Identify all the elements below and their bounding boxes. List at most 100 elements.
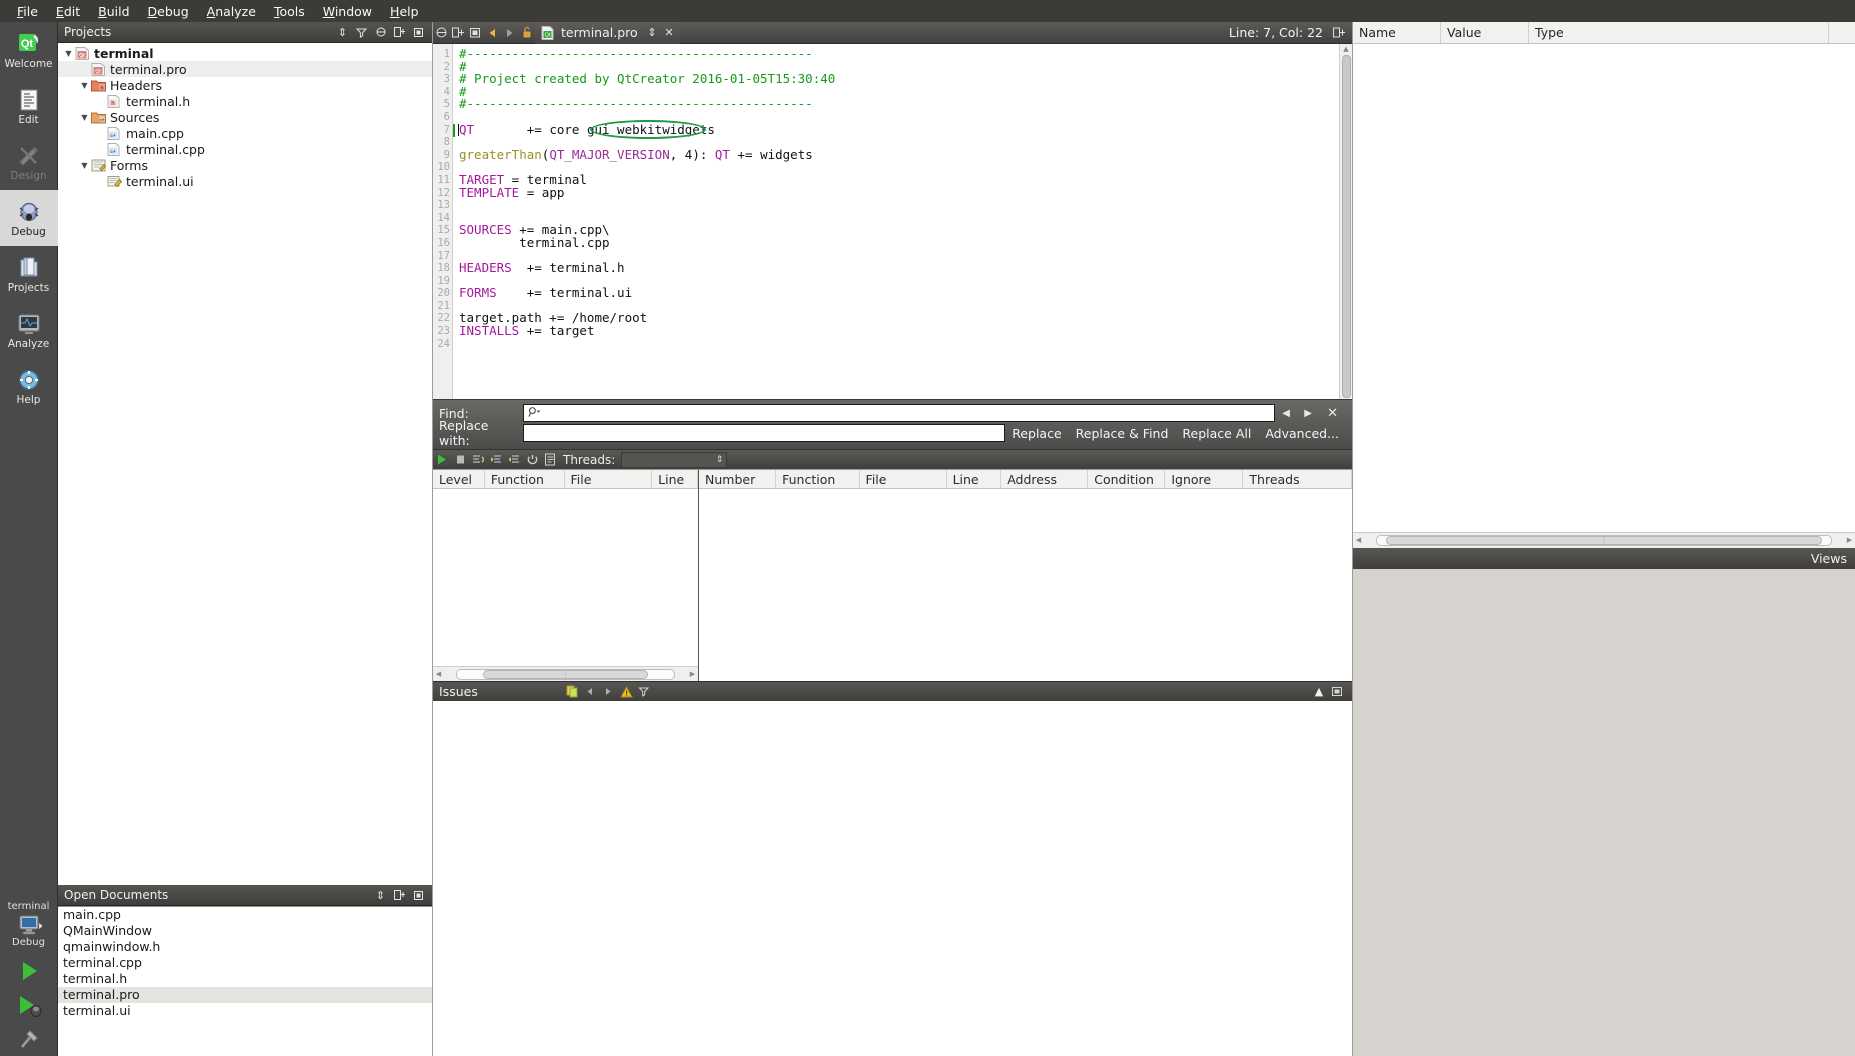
replace-and-find-button[interactable]: Replace & Find — [1069, 426, 1176, 441]
build-button[interactable] — [0, 1022, 58, 1056]
editor-vertical-scrollbar[interactable]: ▲ — [1339, 44, 1352, 399]
column-header-line[interactable]: Line — [947, 470, 1002, 488]
find-next-button[interactable]: ▶ — [1297, 408, 1319, 419]
stack-view[interactable]: Level Function File Line ◀ ⋮ ▶ — [433, 470, 699, 681]
sync-icon[interactable] — [433, 24, 450, 42]
step-into-icon[interactable] — [487, 451, 505, 469]
chevron-down-icon[interactable]: ▼ — [78, 161, 91, 170]
close-icon[interactable] — [409, 887, 428, 904]
stack-horizontal-scrollbar[interactable]: ⋮ — [456, 668, 675, 680]
scroll-right-icon[interactable]: ▶ — [687, 669, 698, 680]
views-bar[interactable]: Views — [1353, 547, 1855, 569]
close-icon[interactable] — [409, 24, 428, 41]
chevron-down-icon[interactable]: ▼ — [78, 113, 91, 122]
menu-item-tools[interactable]: Tools — [265, 2, 314, 21]
replace-input[interactable] — [523, 424, 1006, 442]
code-content[interactable]: #---------------------------------------… — [453, 44, 1339, 399]
scrollbar-thumb[interactable] — [1341, 55, 1351, 398]
back-arrow-icon[interactable] — [484, 24, 501, 42]
issues-pane-body[interactable] — [433, 701, 1352, 1056]
split-icon[interactable] — [1331, 24, 1348, 42]
forward-arrow-icon[interactable] — [501, 24, 518, 42]
debug-button[interactable] — [0, 988, 58, 1022]
column-header-number[interactable]: Number — [699, 470, 777, 488]
tree-item-forms[interactable]: ▼ Forms — [58, 157, 432, 173]
sort-toggle-icon[interactable]: ⇕ — [333, 24, 352, 41]
tree-item-sources[interactable]: ▼ c+ Sources — [58, 109, 432, 125]
mode-projects[interactable]: Projects — [0, 246, 58, 302]
scroll-left-icon[interactable]: ◀ — [433, 669, 444, 680]
open-document-item[interactable]: QMainWindow — [58, 923, 432, 939]
locals-body[interactable] — [1353, 44, 1855, 532]
close-icon[interactable]: ✕ — [661, 24, 678, 42]
open-document-item[interactable]: terminal.cpp — [58, 955, 432, 971]
column-header-file[interactable]: File — [860, 470, 947, 488]
code-editor[interactable]: 1 2 3 4 5 6 7 8 9 10 11 12 13 14 15 16 17 18 19 20 21 22 23 24 … — [433, 44, 1339, 399]
tree-item-headers[interactable]: ▼ h Headers — [58, 77, 432, 93]
breakpoints-view-body[interactable] — [699, 489, 1352, 681]
scroll-up-icon[interactable]: ▲ — [1341, 44, 1352, 54]
tree-item-terminal[interactable]: ▼ Qt terminal — [58, 45, 432, 61]
open-document-item[interactable]: terminal.pro — [58, 987, 432, 1003]
prev-issue-icon[interactable] — [581, 683, 599, 701]
step-over-icon[interactable] — [469, 451, 487, 469]
continue-icon[interactable] — [433, 451, 451, 469]
menu-item-build[interactable]: Build — [89, 2, 138, 21]
copy-issues-icon[interactable] — [563, 683, 581, 701]
chevron-updown-icon[interactable]: ⇕ — [644, 24, 661, 42]
threads-combobox[interactable]: ⇕ — [621, 451, 728, 468]
split-icon[interactable] — [390, 24, 409, 41]
chevron-down-icon[interactable]: ▼ — [78, 81, 91, 90]
close-split-icon[interactable] — [467, 24, 484, 42]
tree-item-terminal-ui[interactable]: ▼terminal.ui — [58, 173, 432, 189]
tree-item-terminal-cpp[interactable]: ▼c+terminal.cpp — [58, 141, 432, 157]
scroll-right-icon[interactable]: ▶ — [1844, 535, 1855, 546]
scroll-left-icon[interactable]: ◀ — [1353, 535, 1364, 546]
mode-help[interactable]: Help — [0, 358, 58, 414]
search-dropdown-icon[interactable] — [528, 406, 542, 421]
open-document-item[interactable]: main.cpp — [58, 907, 432, 923]
open-document-item[interactable]: terminal.h — [58, 971, 432, 987]
menu-item-edit[interactable]: Edit — [47, 2, 89, 21]
chevron-up-icon[interactable]: ▲ — [1310, 683, 1328, 701]
column-header-level[interactable]: Level — [433, 470, 485, 488]
run-button[interactable] — [0, 954, 58, 988]
kit-selector[interactable]: terminal Debug — [0, 901, 58, 954]
replace-button[interactable]: Replace — [1005, 426, 1068, 441]
stop-icon[interactable] — [451, 451, 469, 469]
breakpoints-view[interactable]: Number Function File Line Address Condition Ig… — [699, 470, 1352, 681]
column-header-function[interactable]: Function — [485, 470, 565, 488]
open-document-item[interactable]: qmainwindow.h — [58, 939, 432, 955]
warning-icon[interactable] — [617, 683, 635, 701]
sort-toggle-icon[interactable]: ⇕ — [371, 887, 390, 904]
editor-tab[interactable]: Qt terminal.pro ⇕ ✕ — [535, 21, 680, 44]
find-previous-button[interactable]: ◀ — [1275, 408, 1297, 419]
restart-icon[interactable] — [523, 451, 541, 469]
chevron-down-icon[interactable]: ▼ — [62, 49, 75, 58]
split-icon[interactable] — [390, 887, 409, 904]
close-find-bar-button[interactable]: ✕ — [1319, 406, 1346, 421]
menu-item-file[interactable]: File — [8, 2, 47, 21]
stack-view-body[interactable] — [433, 489, 698, 666]
menu-item-analyze[interactable]: Analyze — [198, 2, 265, 21]
thread-selector[interactable]: Threads: ⇕ — [563, 451, 728, 468]
menu-item-window[interactable]: Window — [314, 2, 381, 21]
tree-item-terminal-pro[interactable]: ▼Qtterminal.pro — [58, 61, 432, 77]
scrollbar-thumb[interactable]: ⋮ — [1386, 535, 1822, 545]
advanced-button[interactable]: Advanced... — [1258, 426, 1346, 441]
tree-item-terminal-h[interactable]: ▼hterminal.h — [58, 93, 432, 109]
open-document-item[interactable]: terminal.ui — [58, 1003, 432, 1019]
column-header-ignore[interactable]: Ignore — [1165, 470, 1244, 488]
scrollbar-thumb[interactable]: ⋮ — [483, 669, 648, 679]
lock-icon[interactable] — [518, 24, 535, 42]
step-out-icon[interactable] — [505, 451, 523, 469]
find-input[interactable] — [523, 404, 1276, 422]
column-header-condition[interactable]: Condition — [1088, 470, 1166, 488]
column-header-file[interactable]: File — [565, 470, 653, 488]
column-header-function[interactable]: Function — [776, 470, 860, 488]
filter-icon[interactable] — [352, 24, 371, 41]
menu-item-help[interactable]: Help — [381, 2, 428, 21]
tree-item-main-cpp[interactable]: ▼c+main.cpp — [58, 125, 432, 141]
project-tree[interactable]: ▼Qtterminal▼Qtterminal.pro▼hHeaders▼hter… — [58, 43, 432, 885]
column-header-address[interactable]: Address — [1001, 470, 1089, 488]
